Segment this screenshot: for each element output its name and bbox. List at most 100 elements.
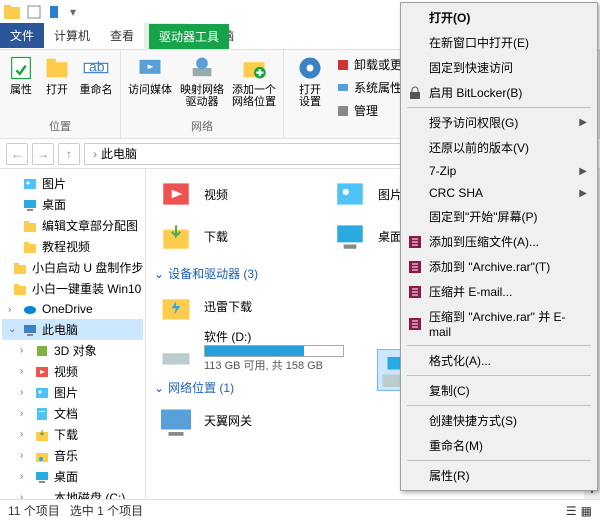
bitlocker-icon (407, 85, 423, 101)
tree-item[interactable]: 小白一键重装 Win10 (2, 278, 143, 299)
context-menu-item[interactable]: 创建快捷方式(S) (403, 408, 595, 433)
context-menu-item[interactable]: 复制(C) (403, 378, 595, 403)
nav-tree[interactable]: 图片桌面编辑文章部分配图教程视频小白启动 U 盘制作步小白一键重装 Win10›… (0, 169, 146, 499)
desktop-icon (34, 469, 50, 485)
rar-icon (407, 316, 423, 332)
nav-up[interactable]: ↑ (58, 143, 80, 165)
netloc-item[interactable]: 天翼网关 (154, 400, 354, 440)
context-menu-item[interactable]: 格式化(A)... (403, 348, 595, 373)
context-menu-item[interactable]: 固定到快速访问 (403, 55, 595, 80)
videos-icon (34, 364, 50, 380)
group-label-location: 位置 (6, 118, 114, 134)
rar-icon (407, 259, 423, 275)
gateway-icon (156, 402, 196, 438)
svg-text:ab: ab (89, 59, 105, 75)
open-button[interactable]: 打开 (42, 54, 72, 96)
tree-item[interactable]: ›下载 (2, 424, 143, 445)
status-item-count: 11 个项目 (8, 502, 60, 519)
breadcrumb-item[interactable]: 此电脑 (101, 145, 137, 162)
disk-icon (156, 333, 196, 369)
nav-back[interactable]: ← (6, 143, 28, 165)
context-menu-item[interactable]: 属性(R) (403, 463, 595, 488)
pictures-icon (22, 176, 38, 192)
folder-icon (12, 260, 28, 276)
docs-icon (34, 406, 50, 422)
downloads-icon (34, 427, 50, 443)
submenu-arrow-icon: ▶ (579, 117, 587, 128)
context-menu-item[interactable]: 压缩并 E-mail... (403, 279, 595, 304)
context-menu-item[interactable]: 打开(O) (403, 5, 595, 30)
app-icon (4, 4, 20, 20)
qat-item[interactable] (48, 4, 64, 20)
submenu-arrow-icon: ▶ (579, 166, 587, 177)
context-menu-item[interactable]: 添加到压缩文件(A)... (403, 229, 595, 254)
tree-item[interactable]: 教程视频 (2, 236, 143, 257)
thunder-icon (156, 288, 196, 324)
folder-item[interactable]: 下载 (154, 217, 304, 255)
tree-item[interactable]: 编辑文章部分配图 (2, 215, 143, 236)
qat-overflow[interactable]: ▾ (70, 5, 76, 19)
context-menu-item[interactable]: 7-Zip▶ (403, 160, 595, 182)
context-menu-item[interactable]: 重命名(M) (403, 433, 595, 458)
view-details-icon[interactable]: ☰ (566, 504, 577, 518)
qat-item[interactable] (26, 4, 42, 20)
desktop-icon (330, 219, 370, 253)
disk-icon (34, 490, 50, 500)
tab-view[interactable]: 查看 (100, 23, 144, 48)
rename-button[interactable]: ab重命名 (78, 54, 114, 96)
tree-item[interactable]: ›视频 (2, 361, 143, 382)
drive-item[interactable]: 软件 (D:)113 GB 可用, 共 158 GB (154, 326, 354, 375)
folder-icon (12, 281, 28, 297)
add-netloc-button[interactable]: 添加一个 网络位置 (231, 54, 277, 108)
ribbon-group-location: 属性 打开 ab重命名 位置 (0, 50, 121, 138)
context-menu-item[interactable]: 固定到"开始"屏幕(P) (403, 204, 595, 229)
tree-item[interactable]: ›OneDrive (2, 299, 143, 319)
folder-icon (22, 239, 38, 255)
status-selection: 选中 1 个项目 (70, 502, 143, 519)
nav-forward[interactable]: → (32, 143, 54, 165)
desktop-icon (22, 197, 38, 213)
tree-item[interactable]: 桌面 (2, 194, 143, 215)
chevron-down-icon: ⌄ (154, 267, 164, 281)
folder-icon (22, 218, 38, 234)
status-bar: 11 个项目 选中 1 个项目 ☰ ▦ (0, 499, 600, 521)
pictures-icon (330, 177, 370, 211)
tree-item[interactable]: ⌄此电脑 (2, 319, 143, 340)
thispc-icon (22, 322, 38, 338)
tree-item[interactable]: ›桌面 (2, 466, 143, 487)
group-label-network: 网络 (127, 118, 277, 134)
videos-icon (156, 177, 196, 211)
rar-icon (407, 284, 423, 300)
context-menu-item[interactable]: 还原以前的版本(V) (403, 135, 595, 160)
chevron-down-icon: ⌄ (154, 381, 164, 395)
tab-drive-tools[interactable]: 驱动器工具 (149, 24, 229, 49)
open-settings-button[interactable]: 打开 设置 (290, 54, 330, 108)
tree-item[interactable]: ›文档 (2, 403, 143, 424)
tree-item[interactable]: 图片 (2, 173, 143, 194)
folder-item[interactable]: 视频 (154, 175, 304, 213)
tab-file[interactable]: 文件 (0, 23, 44, 48)
view-large-icon[interactable]: ▦ (581, 504, 592, 518)
properties-button[interactable]: 属性 (6, 54, 36, 96)
tab-computer[interactable]: 计算机 (44, 23, 100, 48)
drive-item[interactable]: 迅雷下载 (154, 286, 354, 326)
context-menu-item[interactable]: CRC SHA▶ (403, 182, 595, 204)
context-menu-item[interactable]: 启用 BitLocker(B) (403, 80, 595, 105)
tree-item[interactable]: ›图片 (2, 382, 143, 403)
map-drive-button[interactable]: 映射网络 驱动器 (179, 54, 225, 108)
ribbon-group-network: 访问媒体 映射网络 驱动器 添加一个 网络位置 网络 (121, 50, 284, 138)
tree-item[interactable]: ›3D 对象 (2, 340, 143, 361)
downloads-icon (156, 219, 196, 253)
tree-item[interactable]: 小白启动 U 盘制作步 (2, 257, 143, 278)
pictures-icon (34, 385, 50, 401)
context-menu-item[interactable]: 在新窗口中打开(E) (403, 30, 595, 55)
submenu-arrow-icon: ▶ (579, 188, 587, 199)
tree-item[interactable]: ›本地磁盘 (C:) (2, 487, 143, 499)
context-menu: 打开(O)在新窗口中打开(E)固定到快速访问启用 BitLocker(B) 授予访… (400, 2, 598, 491)
context-menu-item[interactable]: 添加到 "Archive.rar"(T) (403, 254, 595, 279)
access-media-button[interactable]: 访问媒体 (127, 54, 173, 108)
context-menu-item[interactable]: 压缩到 "Archive.rar" 并 E-mail (403, 304, 595, 343)
tree-item[interactable]: ›音乐 (2, 445, 143, 466)
music-icon (34, 448, 50, 464)
context-menu-item[interactable]: 授予访问权限(G)▶ (403, 110, 595, 135)
